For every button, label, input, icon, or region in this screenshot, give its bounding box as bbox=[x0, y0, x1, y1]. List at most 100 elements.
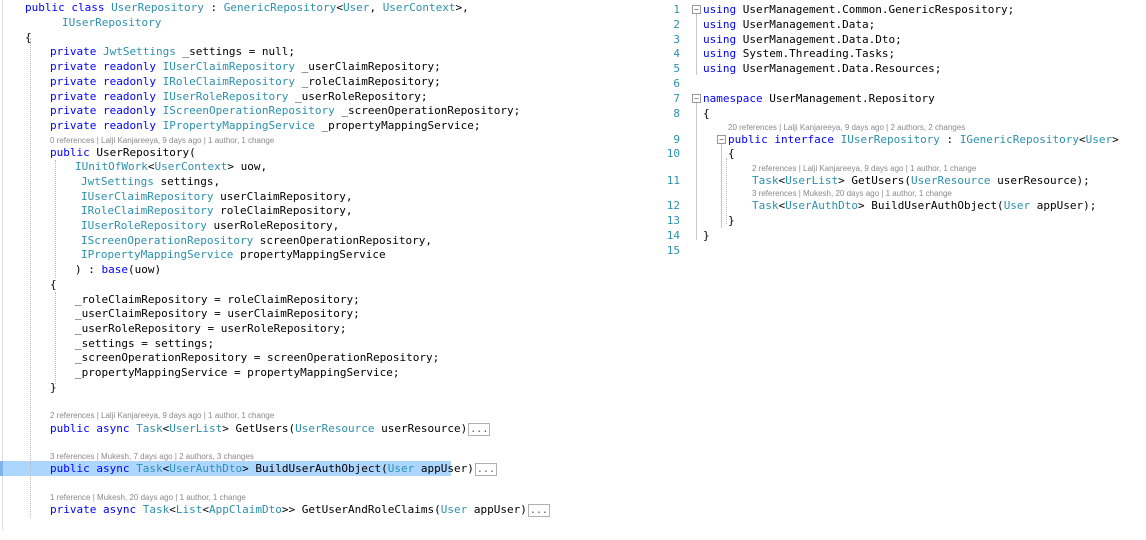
line-number: 5 bbox=[673, 62, 680, 75]
field-line[interactable]: private readonly IUserClaimRepository _u… bbox=[50, 59, 441, 74]
using-line[interactable]: using System.Threading.Tasks; bbox=[703, 46, 895, 61]
return-type: Task bbox=[136, 422, 163, 435]
param-name: userResource); bbox=[990, 174, 1090, 187]
keyword: public async bbox=[50, 462, 130, 475]
line-number: 12 bbox=[666, 199, 680, 212]
ctor-close[interactable]: ) : base(uow) bbox=[75, 262, 161, 277]
method-builduserauthobject[interactable]: public async Task<UserAuthDto> BuildUser… bbox=[50, 461, 497, 476]
ctor-param[interactable]: IUnitOfWork<UserContext> uow, bbox=[75, 159, 267, 174]
base-args: (uow) bbox=[128, 263, 162, 276]
field-type: IScreenOperationRepository bbox=[162, 104, 335, 117]
param-type: UserResource bbox=[295, 422, 375, 435]
line-number: 10 bbox=[666, 147, 680, 160]
ctor-param[interactable]: IScreenOperationRepository screenOperati… bbox=[81, 233, 432, 248]
method-getuserandroleclaims[interactable]: private async Task<List<AppClaimDto>> Ge… bbox=[50, 502, 550, 517]
codelens-info[interactable]: 2 references | Lalji Kanjareeya, 9 days … bbox=[50, 410, 274, 421]
using-line[interactable]: using UserManagement.Data; bbox=[703, 17, 875, 32]
param-type: User bbox=[387, 462, 415, 475]
line-number: 11 bbox=[666, 174, 680, 187]
assignment-line[interactable]: _settings = settings; bbox=[75, 336, 214, 351]
keyword: private readonly bbox=[50, 104, 156, 117]
using-line[interactable]: using UserManagement.Data.Resources; bbox=[703, 61, 941, 76]
interface-open-brace[interactable]: { bbox=[728, 146, 735, 161]
class-declaration[interactable]: public class UserRepository : GenericRep… bbox=[25, 0, 469, 15]
param-type: User bbox=[440, 503, 468, 516]
param-name: userClaimRepository, bbox=[213, 190, 353, 203]
interface-declaration[interactable]: public interface IUserRepository : IGene… bbox=[728, 132, 1119, 147]
assignment-line[interactable]: _userRoleRepository = userRoleRepository… bbox=[75, 321, 347, 336]
collapse-toggle-icon[interactable]: − bbox=[717, 135, 726, 144]
line-number: 4 bbox=[673, 47, 680, 60]
ctor-param[interactable]: IPropertyMappingService propertyMappingS… bbox=[81, 247, 386, 262]
collapsed-region-button[interactable]: ... bbox=[474, 462, 497, 476]
ctor-param[interactable]: IUserClaimRepository userClaimRepository… bbox=[81, 189, 353, 204]
method-name: GetUsers( bbox=[228, 422, 296, 435]
line-number: 1 bbox=[673, 3, 680, 16]
collapse-toggle-icon[interactable]: − bbox=[692, 94, 701, 103]
constructor-declaration[interactable]: public UserRepository( bbox=[50, 145, 196, 160]
collapsed-region-button[interactable]: ... bbox=[468, 422, 491, 436]
collapsed-region-button[interactable]: ... bbox=[527, 503, 550, 517]
keyword: public interface bbox=[728, 133, 834, 146]
param-type: UserResource bbox=[910, 174, 991, 187]
using-line[interactable]: using UserManagement.Common.GenericRespo… bbox=[703, 2, 1014, 17]
keyword: private readonly bbox=[50, 119, 156, 132]
keyword: using bbox=[703, 47, 737, 60]
body-open-brace[interactable]: { bbox=[50, 277, 57, 292]
param-name: appUser) bbox=[467, 503, 527, 516]
right-code-editor[interactable]: 1 2 3 4 5 6 7 8 9 10 11 12 13 14 15 − − … bbox=[650, 0, 1146, 540]
keyword: namespace bbox=[703, 92, 763, 105]
punctuation: ) : bbox=[75, 263, 102, 276]
param-name: screenOperationRepository, bbox=[253, 234, 432, 247]
open-brace[interactable]: { bbox=[25, 30, 32, 45]
line-number: 2 bbox=[673, 18, 680, 31]
param-type: User bbox=[1003, 199, 1031, 212]
field-line[interactable]: private JwtSettings _settings = null; bbox=[50, 44, 295, 59]
interface-line[interactable]: IUserRepository bbox=[62, 15, 161, 30]
outline-bar bbox=[721, 144, 722, 228]
type-arg: User bbox=[342, 1, 370, 14]
field-name: _userRoleRepository; bbox=[288, 90, 428, 103]
member-getusers[interactable]: Task<UserList> GetUsers(UserResource use… bbox=[752, 173, 1090, 188]
type-arg: UserList bbox=[169, 422, 223, 435]
assignment-line[interactable]: _propertyMappingService = propertyMappin… bbox=[75, 365, 400, 380]
keyword: using bbox=[703, 62, 737, 75]
namespace-ref: UserManagement.Data.Dto; bbox=[742, 33, 902, 46]
namespace-declaration[interactable]: namespace UserManagement.Repository bbox=[703, 91, 935, 106]
open-brace[interactable]: { bbox=[703, 106, 710, 121]
param-type: JwtSettings bbox=[81, 175, 154, 188]
param-name: > uow, bbox=[227, 160, 268, 173]
field-name: _settings = null; bbox=[175, 45, 296, 58]
punctuation: > bbox=[838, 174, 845, 187]
line-number: 14 bbox=[666, 229, 680, 242]
assignment-line[interactable]: _screenOperationRepository = screenOpera… bbox=[75, 350, 439, 365]
member-builduserauthobject[interactable]: Task<UserAuthDto> BuildUserAuthObject(Us… bbox=[752, 198, 1096, 213]
field-line[interactable]: private readonly IScreenOperationReposit… bbox=[50, 103, 520, 118]
field-name: _screenOperationRepository; bbox=[334, 104, 521, 117]
punctuation: < bbox=[169, 503, 176, 516]
field-name: _propertyMappingService; bbox=[314, 119, 481, 132]
close-brace[interactable]: } bbox=[703, 228, 710, 243]
field-line[interactable]: private readonly IRoleClaimRepository _r… bbox=[50, 74, 441, 89]
keyword: public async bbox=[50, 422, 130, 435]
keyword: public bbox=[25, 1, 65, 14]
assignment-line[interactable]: _roleClaimRepository = roleClaimReposito… bbox=[75, 292, 360, 307]
method-getusers[interactable]: public async Task<UserList> GetUsers(Use… bbox=[50, 421, 491, 436]
field-type: IUserRoleRepository bbox=[162, 90, 289, 103]
interface-close-brace[interactable]: } bbox=[728, 213, 735, 228]
punctuation: : bbox=[939, 133, 960, 146]
field-line[interactable]: private readonly IPropertyMappingService… bbox=[50, 118, 481, 133]
ctor-param[interactable]: JwtSettings settings, bbox=[81, 174, 220, 189]
assignment-line[interactable]: _userClaimRepository = userClaimReposito… bbox=[75, 306, 360, 321]
keyword: private bbox=[50, 45, 97, 58]
ctor-param[interactable]: IUserRoleRepository userRoleRepository, bbox=[81, 218, 339, 233]
field-line[interactable]: private readonly IUserRoleRepository _us… bbox=[50, 89, 428, 104]
indent-guide bbox=[55, 160, 56, 278]
body-close-brace[interactable]: } bbox=[50, 380, 57, 395]
using-line[interactable]: using UserManagement.Data.Dto; bbox=[703, 32, 902, 47]
line-number: 9 bbox=[673, 133, 680, 146]
collapse-toggle-icon[interactable]: − bbox=[692, 5, 701, 14]
outline-bar bbox=[696, 100, 697, 240]
left-code-editor[interactable]: public class UserRepository : GenericRep… bbox=[0, 0, 650, 540]
ctor-param[interactable]: IRoleClaimRepository roleClaimRepository… bbox=[81, 203, 353, 218]
